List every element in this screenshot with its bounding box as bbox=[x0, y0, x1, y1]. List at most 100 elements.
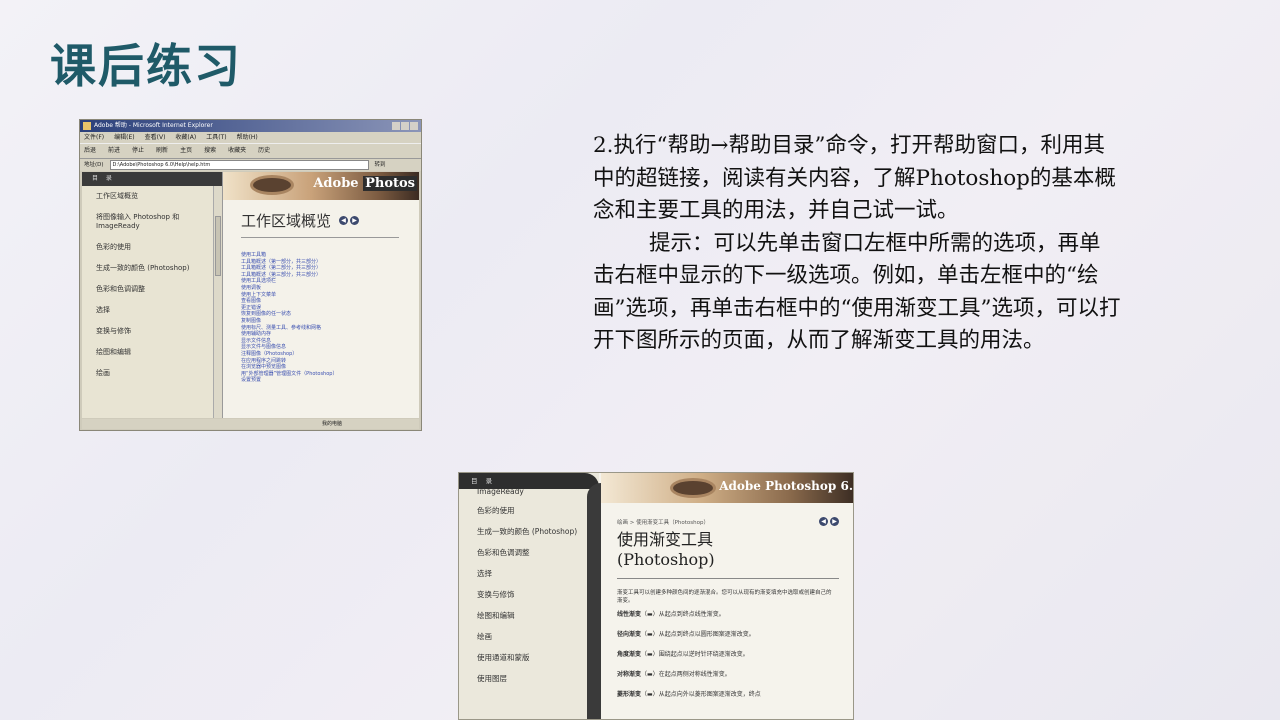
topic-frame: Adobe Photos 工作区域概览 ◀ ▶ 使用工具箱 工具箱概述（第一部分，… bbox=[223, 172, 419, 418]
gradient-item: 对称渐变（▬）在起点两侧对称线性渐变。 bbox=[617, 671, 731, 678]
gradient-item: 径向渐变（▬）从起点到终点以圆形图案逐渐改变。 bbox=[617, 631, 755, 638]
topic-nav: ◀ ▶ bbox=[819, 517, 839, 526]
contents-item: 变换与修饰 bbox=[477, 590, 515, 599]
contents-item: 绘图和编辑 bbox=[477, 611, 515, 620]
exercise-text: 2.执行“帮助→帮助目录”命令，打开帮助窗口，利用其中的超链接，阅读有关内容，了… bbox=[593, 130, 1121, 358]
contents-list: ImageReady 色彩的使用 生成一致的颜色 (Photoshop) 色彩和… bbox=[459, 487, 599, 684]
contents-item: 绘画 bbox=[477, 632, 492, 641]
gradient-desc: 在起点两侧对称线性渐变。 bbox=[658, 671, 731, 678]
contents-item: ImageReady bbox=[477, 487, 524, 496]
gradient-name: 菱形渐变 bbox=[617, 691, 642, 698]
help-body: 目 录 工作区域概览 将图像输入 Photoshop 和 ImageReady … bbox=[82, 172, 419, 418]
heading-rule bbox=[617, 578, 839, 579]
heading-rule bbox=[241, 237, 399, 238]
topic-nav: ◀ ▶ bbox=[339, 216, 360, 225]
banner-logo: Adobe Photoshop 6. bbox=[719, 479, 853, 493]
window-controls bbox=[392, 122, 418, 130]
home-button: 主页 bbox=[180, 147, 193, 154]
contents-header: 目 录 bbox=[82, 172, 222, 186]
gradient-item: 菱形渐变（▬）从起点向外以菱形图案逐渐改变，终点 bbox=[617, 691, 761, 698]
gradient-desc: 从起点向外以菱形图案逐渐改变，终点 bbox=[658, 691, 761, 698]
menu-bar: 文件(F) 编辑(E) 查看(V) 收藏(A) 工具(T) 帮助(H) bbox=[80, 132, 421, 143]
photoshop-banner: Adobe Photos bbox=[223, 172, 419, 200]
gradient-desc: 围绕起点以逆时针环绕逐渐改变。 bbox=[658, 651, 749, 658]
contents-item: 工作区域概览 bbox=[96, 192, 138, 200]
topic-link: 在浏览器中预览图像 bbox=[241, 364, 287, 371]
stop-button: 停止 bbox=[132, 147, 145, 154]
topic-link: 用“外部管理器”管理图文件（Photoshop） bbox=[241, 370, 338, 377]
prev-arrow-icon: ◀ bbox=[819, 517, 828, 526]
gradient-desc: 从起点到终点以圆形图案逐渐改变。 bbox=[658, 631, 755, 638]
back-button: 后退 bbox=[84, 147, 97, 154]
exercise-paragraph: 2.执行“帮助→帮助目录”命令，打开帮助窗口，利用其中的超链接，阅读有关内容，了… bbox=[593, 133, 1116, 223]
contents-item: 使用通道和蒙版 bbox=[477, 653, 530, 662]
ie-icon bbox=[83, 122, 91, 130]
contents-item: 变换与修饰 bbox=[96, 327, 131, 335]
contents-item: 使用图层 bbox=[477, 674, 507, 683]
menu-tools: 工具(T) bbox=[206, 134, 227, 141]
prev-arrow-icon: ◀ bbox=[339, 216, 349, 225]
logo-adobe: Adobe bbox=[313, 176, 359, 191]
gradient-types: 线性渐变（▬）从起点到终点线性渐变。 径向渐变（▬）从起点到终点以圆形图案逐渐改… bbox=[617, 611, 853, 699]
forward-button: 前进 bbox=[108, 147, 121, 154]
menu-edit: 编辑(E) bbox=[114, 134, 135, 141]
gradient-item: 线性渐变（▬）从起点到终点线性渐变。 bbox=[617, 611, 725, 618]
banner-logo: Adobe Photos bbox=[313, 176, 417, 191]
contents-scrollbar bbox=[213, 186, 222, 418]
contents-frame: 目 录 工作区域概览 将图像输入 Photoshop 和 ImageReady … bbox=[82, 172, 223, 418]
contents-item: 将图像输入 Photoshop 和 ImageReady bbox=[96, 213, 180, 230]
gradient-name: 径向渐变 bbox=[617, 631, 642, 638]
status-bar: 我的电脑 bbox=[82, 419, 419, 429]
topic-link: 查看图像 bbox=[241, 298, 262, 305]
close-icon bbox=[410, 122, 418, 130]
refresh-button: 刷新 bbox=[156, 147, 169, 154]
topic-link: 使用调板 bbox=[241, 284, 262, 291]
topic-link: 恢复到图像的任一状态 bbox=[241, 311, 292, 318]
topic-link: 使用辅助内存 bbox=[241, 331, 272, 338]
window-title: Adobe 帮助 - Microsoft Internet Explorer bbox=[94, 122, 213, 129]
contents-item: 生成一致的颜色 (Photoshop) bbox=[477, 527, 578, 536]
maximize-icon bbox=[401, 122, 409, 130]
scroll-thumb bbox=[215, 216, 221, 276]
topic-link: 注释图像（Photoshop） bbox=[241, 350, 298, 357]
address-label: 地址(D) bbox=[84, 162, 104, 168]
next-arrow-icon: ▶ bbox=[350, 216, 360, 225]
gradient-item: 角度渐变（▬）围绕起点以逆时针环绕逐渐改变。 bbox=[617, 651, 749, 658]
topic-heading-line1: 使用渐变工具 bbox=[617, 530, 714, 549]
address-field: D:\Adobe\Photoshop 6.0\Help\help.htm bbox=[109, 160, 369, 170]
topic-intro: 渐变工具可以创建多种颜色间的逐渐混合。您可以从现有的渐变填充中选取或创建自己的渐… bbox=[617, 590, 832, 604]
menu-file: 文件(F) bbox=[84, 134, 105, 141]
contents-item: 绘图和编辑 bbox=[96, 348, 131, 356]
eye-graphic bbox=[253, 178, 291, 192]
contents-item: 绘画 bbox=[96, 369, 110, 377]
topic-link: 显示文件与图像信息 bbox=[241, 344, 287, 351]
gradient-name: 角度渐变 bbox=[617, 651, 642, 658]
contents-frame: 目 录 ImageReady 色彩的使用 生成一致的颜色 (Photoshop)… bbox=[459, 473, 599, 719]
topic-frame: Adobe Photoshop 6. 绘画 > 使用渐变工具（Photoshop… bbox=[601, 473, 853, 719]
window-titlebar: Adobe 帮助 - Microsoft Internet Explorer bbox=[80, 120, 421, 132]
help-window-screenshot: Adobe 帮助 - Microsoft Internet Explorer 文… bbox=[79, 119, 422, 431]
minimize-icon bbox=[392, 122, 400, 130]
contents-item: 选择 bbox=[96, 306, 110, 314]
topic-heading-line2: (Photoshop) bbox=[617, 550, 715, 569]
gradient-help-screenshot: 目 录 ImageReady 色彩的使用 生成一致的颜色 (Photoshop)… bbox=[458, 472, 854, 720]
menu-favorites: 收藏(A) bbox=[175, 134, 197, 141]
topic-links: 使用工具箱 工具箱概述（第一部分，共三部分） 工具箱概述（第二部分，共三部分） … bbox=[241, 252, 419, 384]
menu-view: 查看(V) bbox=[144, 134, 166, 141]
breadcrumb-row: 绘画 > 使用渐变工具（Photoshop） ◀ ▶ bbox=[617, 517, 853, 526]
gradient-name: 线性渐变 bbox=[617, 611, 642, 618]
contents-item: 选择 bbox=[477, 569, 492, 578]
gradient-desc: 从起点到终点线性渐变。 bbox=[658, 611, 725, 618]
topic-link: 使用工具箱 bbox=[241, 252, 267, 258]
contents-list: 工作区域概览 将图像输入 Photoshop 和 ImageReady 色彩的使… bbox=[82, 186, 222, 378]
favorites-button: 收藏夹 bbox=[228, 147, 247, 154]
hint-paragraph: 提示：可以先单击窗口左框中所需的选项，再单击右框中显示的下一级选项。例如，单击左… bbox=[593, 230, 1121, 354]
contents-item: 色彩的使用 bbox=[477, 506, 515, 515]
contents-item: 生成一致的颜色 (Photoshop) bbox=[96, 264, 190, 272]
photoshop-banner: Adobe Photoshop 6. bbox=[601, 473, 853, 503]
menu-help: 帮助(H) bbox=[236, 134, 258, 141]
frame-divider bbox=[587, 483, 601, 719]
history-button: 历史 bbox=[258, 147, 271, 154]
topic-heading: 工作区域概览 bbox=[241, 212, 332, 230]
contents-item: 色彩和色调调整 bbox=[96, 285, 145, 293]
